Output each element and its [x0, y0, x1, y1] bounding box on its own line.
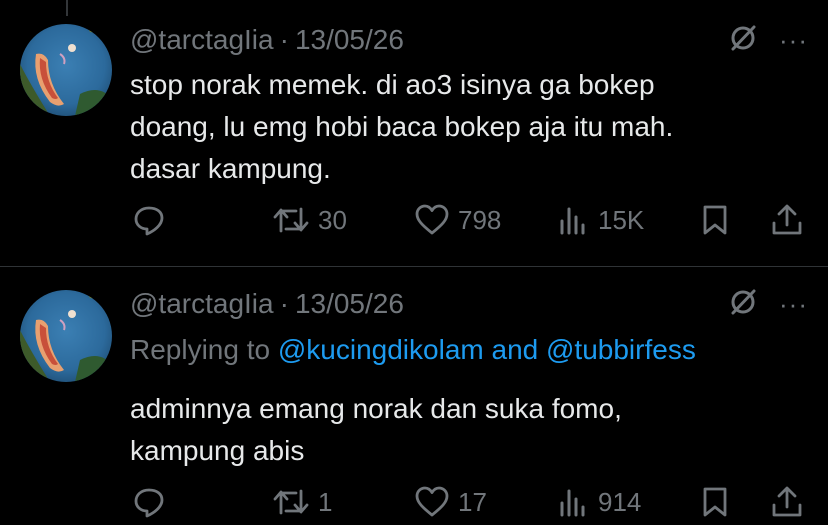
- retweet-count: 1: [318, 486, 333, 517]
- bookmark-button[interactable]: [700, 200, 730, 240]
- retweet-count: 30: [318, 204, 347, 235]
- views-button[interactable]: 15K: [558, 200, 644, 240]
- bookmark-button[interactable]: [700, 482, 730, 522]
- user-handle[interactable]: @tarctagIia: [130, 24, 274, 56]
- like-button[interactable]: 798: [414, 200, 501, 240]
- grok-icon[interactable]: [727, 22, 759, 59]
- tweet-header-actions: ···: [727, 20, 808, 60]
- tweet-text: stop norak memek. di ao3 isinya ga bokep…: [130, 64, 810, 190]
- mention-link[interactable]: @kucingdikolam: [278, 334, 484, 365]
- avatar[interactable]: [20, 24, 112, 116]
- share-icon: [770, 203, 804, 237]
- reply-icon: [132, 203, 166, 237]
- tweet-header: @tarctagIia · 13/05/26: [130, 20, 404, 60]
- mention-link[interactable]: @tubbirfess: [546, 334, 696, 365]
- grok-icon[interactable]: [727, 286, 759, 323]
- retweet-icon: [272, 485, 310, 519]
- tweet-text-line: stop norak memek. di ao3 isinya ga bokep: [130, 69, 655, 100]
- separator-dot: ·: [279, 24, 289, 55]
- reply-icon: [132, 485, 166, 519]
- reply-button[interactable]: [132, 482, 166, 522]
- heart-icon: [414, 485, 450, 519]
- tweet-text-line: adminnya emang norak dan suka fomo,: [130, 393, 622, 424]
- like-count: 17: [458, 486, 487, 517]
- tweet-header: @tarctagIia · 13/05/26: [130, 284, 404, 324]
- tweet-text: adminnya emang norak dan suka fomo, kamp…: [130, 388, 810, 472]
- more-icon[interactable]: ···: [779, 289, 808, 320]
- more-icon[interactable]: ···: [779, 25, 808, 56]
- bookmark-icon: [700, 485, 730, 519]
- views-icon: [558, 485, 590, 519]
- separator-dot: ·: [279, 288, 289, 319]
- tweet-actions: 30 798 15K: [0, 200, 828, 240]
- views-count: 15K: [598, 204, 645, 235]
- retweet-icon: [272, 203, 310, 237]
- views-button[interactable]: 914: [558, 482, 641, 522]
- like-count: 798: [458, 204, 502, 235]
- share-button[interactable]: [770, 200, 804, 240]
- reply-button[interactable]: [132, 200, 166, 240]
- tweet-header-actions: ···: [727, 284, 808, 324]
- replying-and[interactable]: and: [492, 334, 539, 365]
- tweet-text-line: kampung abis: [130, 435, 305, 466]
- tweet-text-line: doang, lu emg hobi baca bokep aja itu ma…: [130, 111, 674, 142]
- heart-icon: [414, 203, 450, 237]
- replying-to-label: Replying to: [130, 334, 271, 365]
- tweet-actions: 1 17 914: [0, 482, 828, 522]
- views-icon: [558, 203, 590, 237]
- tweet-date[interactable]: 13/05/26: [295, 288, 404, 320]
- views-count: 914: [598, 486, 642, 517]
- like-button[interactable]: 17: [414, 482, 487, 522]
- retweet-button[interactable]: 30: [272, 200, 347, 240]
- share-button[interactable]: [770, 482, 804, 522]
- retweet-button[interactable]: 1: [272, 482, 332, 522]
- bookmark-icon: [700, 203, 730, 237]
- share-icon: [770, 485, 804, 519]
- tweet-text-line: dasar kampung.: [130, 153, 331, 184]
- tweet-date[interactable]: 13/05/26: [295, 24, 404, 56]
- tweet-divider: [0, 266, 828, 267]
- user-handle[interactable]: @tarctagIia: [130, 288, 274, 320]
- thread-connector-line: [66, 0, 68, 16]
- avatar[interactable]: [20, 290, 112, 382]
- replying-to: Replying to @kucingdikolam and @tubbirfe…: [130, 334, 696, 366]
